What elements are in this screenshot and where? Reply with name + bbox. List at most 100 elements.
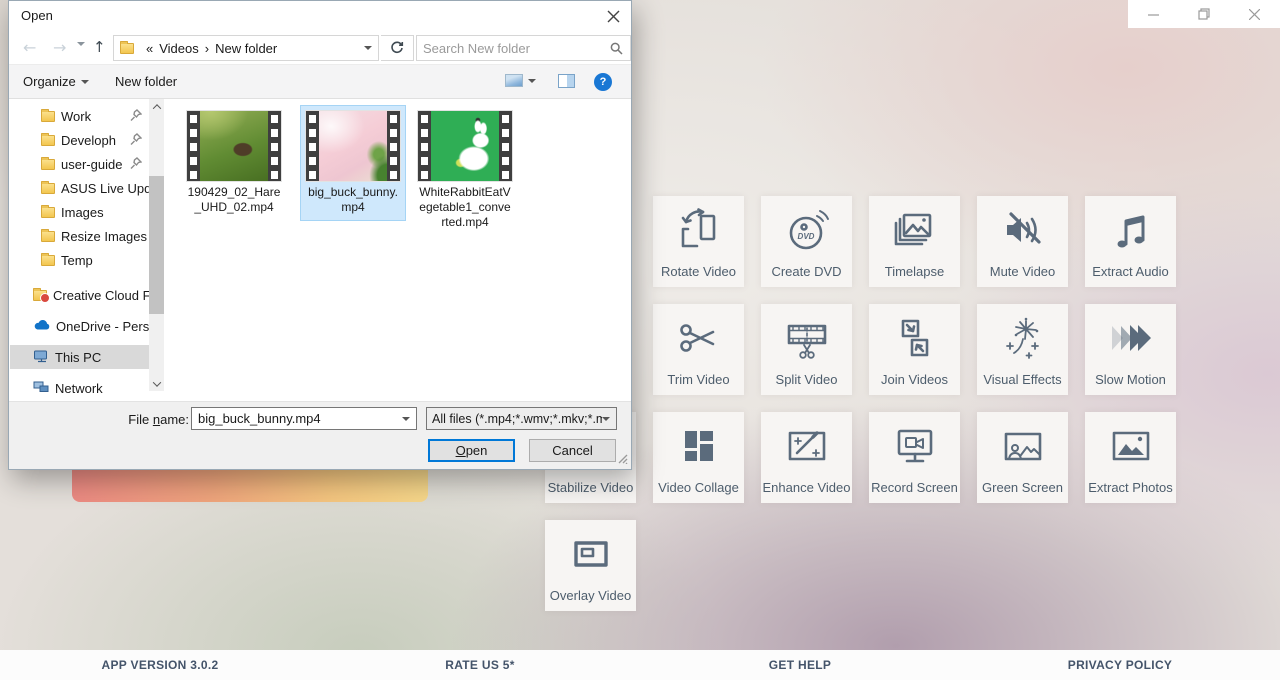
close-icon [607,10,620,23]
footer-link-privacy-policy[interactable]: PRIVACY POLICY [960,658,1280,672]
minimize-icon [1148,9,1159,20]
file-item-hare[interactable]: 190429_02_Hare_UHD_02.mp4 [181,105,287,221]
restore-button[interactable] [1179,0,1230,28]
tile-overlay-video[interactable]: Overlay Video [545,520,636,611]
folder-icon [120,43,134,54]
video-thumbnail [418,111,512,181]
sidebar-item-temp[interactable]: Temp [10,248,149,272]
refresh-button[interactable] [381,35,414,61]
view-mode-button[interactable] [505,74,536,87]
file-name-input[interactable] [192,411,402,426]
sidebar-item-resize-images[interactable]: Resize Images [10,224,149,248]
visual-effects-icon [999,312,1047,364]
sidebar-item-asus-live-update[interactable]: ASUS Live Updat [10,176,149,200]
tile-timelapse[interactable]: Timelapse [869,196,960,287]
file-item-big-buck-bunny[interactable]: big_buck_bunny.mp4 [300,105,406,221]
preview-pane-button[interactable] [558,74,575,88]
trim-video-icon [675,312,723,364]
help-icon: ? [594,73,612,91]
restore-icon [1198,8,1210,20]
file-name: WhiteRabbitEatVegetable1_converted.mp4 [418,185,512,230]
tile-label: Mute Video [977,264,1068,279]
address-dropdown-icon[interactable] [364,46,372,50]
close-icon [1249,9,1260,20]
sidebar-item-onedrive[interactable]: OneDrive - Person [10,314,149,338]
back-icon[interactable]: ← [23,38,36,57]
thumbnail-view-icon [505,74,523,87]
mute-video-icon [999,204,1047,256]
footer-link-get-help[interactable]: GET HELP [640,658,960,672]
scroll-up-button[interactable] [149,99,164,114]
join-videos-icon [891,312,939,364]
forward-icon[interactable]: → [53,38,66,57]
breadcrumb-item-new-folder[interactable]: New folder [215,41,277,56]
file-type-select[interactable]: All files (*.mp4;*.wmv;*.mkv;*.m [426,407,617,430]
file-name-label: File name: [105,412,189,427]
tile-record-screen[interactable]: Record Screen [869,412,960,503]
sidebar-item-creative-cloud-files[interactable]: Creative Cloud File [10,283,149,307]
tile-slow-motion[interactable]: Slow Motion [1085,304,1176,395]
open-button[interactable]: Open [428,439,515,462]
help-button[interactable]: ? [594,73,612,91]
pin-icon [130,109,142,122]
footer-link-rate-us[interactable]: RATE US 5* [320,658,640,672]
search-field [416,35,631,61]
tile-create-dvd[interactable]: DVD Create DVD [761,196,852,287]
cancel-button[interactable]: Cancel [529,439,616,462]
up-icon[interactable]: ↑ [93,38,106,56]
folder-icon [41,111,55,122]
breadcrumb-overflow[interactable]: « [146,41,153,56]
chevron-down-icon [152,378,160,386]
resize-grip[interactable] [617,452,628,467]
network-icon [33,380,49,396]
minimize-button[interactable] [1128,0,1179,28]
tile-rotate-video[interactable]: Rotate Video [653,196,744,287]
file-item-white-rabbit[interactable]: WhiteRabbitEatVegetable1_converted.mp4 [412,105,518,236]
file-name-field [191,407,417,430]
tile-label: Record Screen [869,480,960,495]
tile-trim-video[interactable]: Trim Video [653,304,744,395]
video-thumbnail [187,111,281,181]
tile-green-screen[interactable]: Green Screen [977,412,1068,503]
scrollbar-thumb[interactable] [149,176,164,314]
file-name: big_buck_bunny.mp4 [306,185,400,215]
split-video-icon [783,312,831,364]
tile-label: Video Collage [653,480,744,495]
tile-extract-photos[interactable]: Extract Photos [1085,412,1176,503]
sidebar-item-developh[interactable]: Developh [10,128,149,152]
folder-icon [41,159,55,170]
history-dropdown-icon[interactable] [77,46,85,61]
tile-split-video[interactable]: Split Video [761,304,852,395]
chevron-down-icon[interactable] [402,417,410,421]
video-thumbnail [306,111,400,181]
tile-label: Rotate Video [653,264,744,279]
sidebar-item-work[interactable]: Work [10,104,149,128]
tile-enhance-video[interactable]: Enhance Video [761,412,852,503]
new-folder-button[interactable]: New folder [115,74,177,89]
tile-join-videos[interactable]: Join Videos [869,304,960,395]
new-folder-label: New folder [115,74,177,89]
close-window-button[interactable] [1229,0,1280,28]
dialog-close-button[interactable] [601,5,625,27]
sidebar-item-user-guide[interactable]: user-guide [10,152,149,176]
svg-text:DVD: DVD [797,232,814,241]
sidebar-item-network[interactable]: Network [10,376,149,400]
tile-extract-audio[interactable]: Extract Audio [1085,196,1176,287]
tile-mute-video[interactable]: Mute Video [977,196,1068,287]
scroll-down-button[interactable] [149,376,164,391]
sidebar-item-images[interactable]: Images [10,200,149,224]
navigation-bar: ← → ↑ « Videos › New folder [9,31,631,65]
breadcrumb-item-videos[interactable]: Videos [159,41,199,56]
footer-link-app-version[interactable]: APP VERSION 3.0.2 [0,658,320,672]
breadcrumb[interactable]: « Videos › New folder [113,35,379,61]
tile-label: Timelapse [869,264,960,279]
search-icon [610,42,623,55]
sidebar-scrollbar[interactable] [149,99,164,391]
tile-video-collage[interactable]: Video Collage [653,412,744,503]
organize-menu[interactable]: Organize [23,74,89,89]
search-input[interactable] [417,41,610,56]
tile-visual-effects[interactable]: Visual Effects [977,304,1068,395]
sidebar-item-this-pc[interactable]: This PC [10,345,149,369]
tile-label: Join Videos [869,372,960,387]
pin-icon [130,133,142,146]
